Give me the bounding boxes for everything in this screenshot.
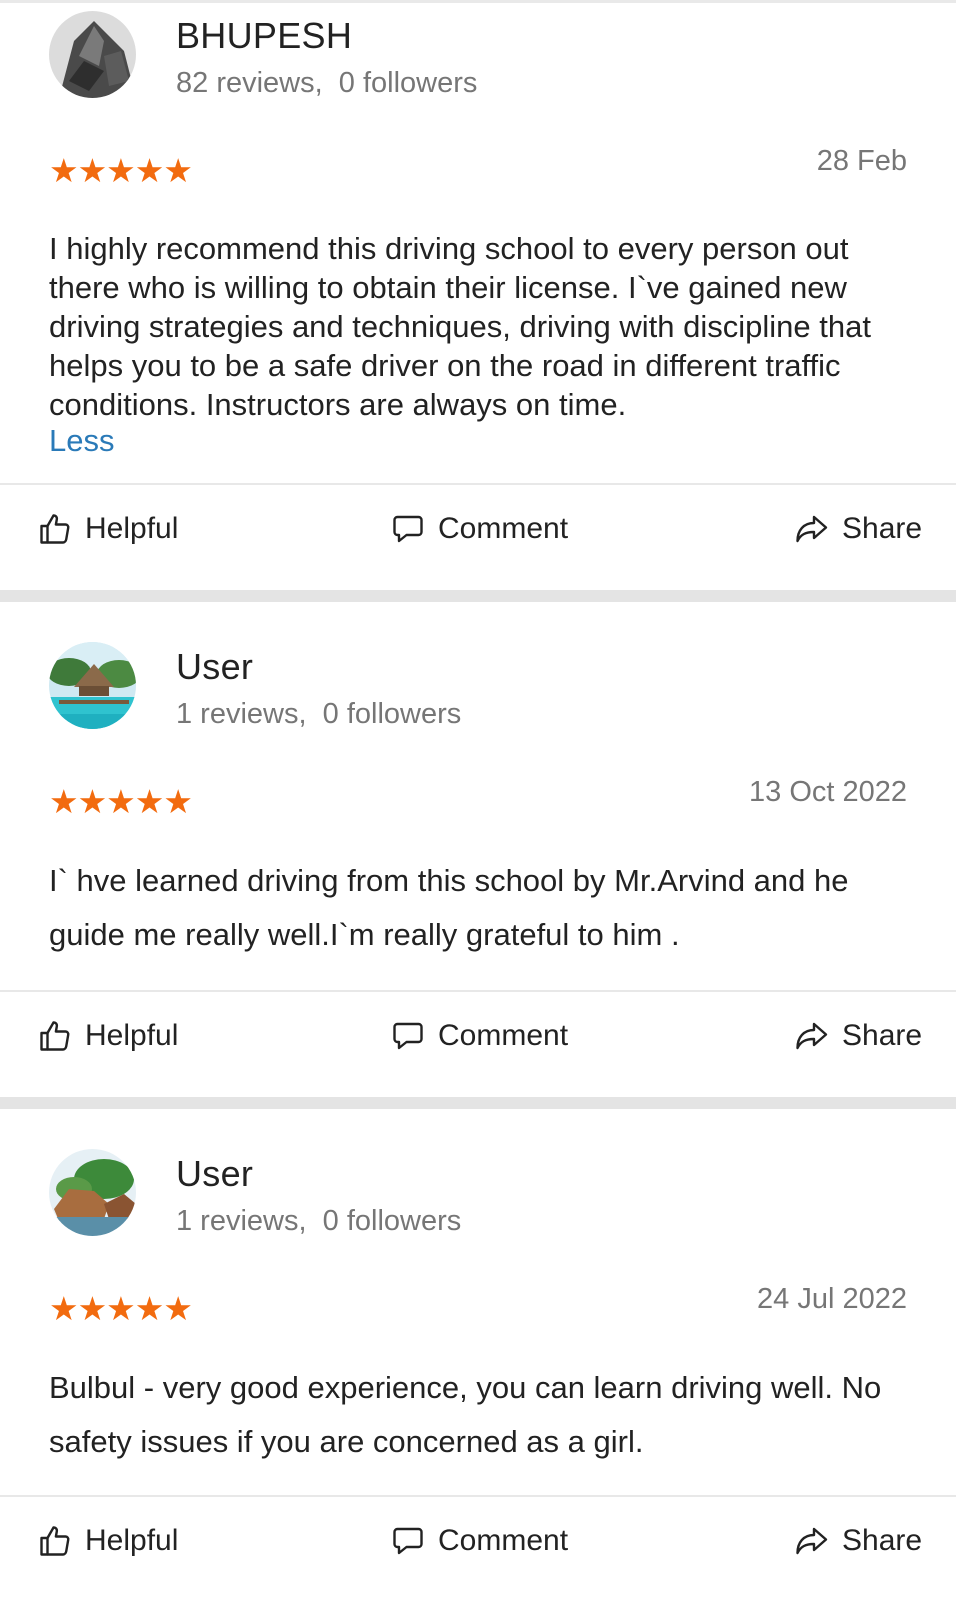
comment-label: Comment: [438, 1019, 569, 1052]
review-date: 24 Jul 2022: [757, 1283, 907, 1315]
share-label: Share: [842, 1019, 923, 1052]
section-gap: [0, 1097, 956, 1109]
star-rating: ★★★★★: [49, 783, 193, 820]
share-button[interactable]: Share: [792, 1016, 922, 1056]
star-rating: ★★★★★: [49, 1290, 193, 1327]
user-stats: 1 reviews, 0 followers: [176, 1205, 462, 1237]
review-date: 28 Feb: [816, 145, 907, 177]
review-text: I highly recommend this driving school t…: [49, 231, 871, 422]
share-button[interactable]: Share: [792, 1521, 922, 1561]
share-label: Share: [842, 512, 923, 545]
review-actions: Helpful Comment Share: [0, 485, 956, 590]
helpful-label: Helpful: [85, 1524, 179, 1557]
user-stats: 1 reviews, 0 followers: [176, 698, 462, 730]
share-icon: [796, 1022, 828, 1050]
avatar[interactable]: [49, 1149, 136, 1236]
comment-button[interactable]: Comment: [390, 1016, 568, 1056]
less-link[interactable]: Less: [49, 423, 114, 459]
review-text: I` hve learned driving from this school …: [49, 863, 849, 952]
helpful-button[interactable]: Helpful: [37, 1521, 178, 1561]
comment-icon: [393, 1022, 423, 1050]
comment-icon: [393, 515, 423, 543]
avatar[interactable]: [49, 642, 136, 729]
helpful-label: Helpful: [85, 512, 179, 545]
thumbs-up-icon: [40, 514, 70, 544]
thumbs-up-icon: [40, 1021, 70, 1051]
comment-label: Comment: [438, 1524, 569, 1557]
share-icon: [796, 1527, 828, 1555]
comment-button[interactable]: Comment: [390, 509, 568, 549]
review-date: 13 Oct 2022: [749, 776, 907, 808]
review-actions: Helpful Comment Share: [0, 1497, 956, 1600]
review-card: BHUPESH 82 reviews, 0 followers ★★★★★ 28…: [0, 3, 956, 483]
thumbs-up-icon: [40, 1526, 70, 1556]
user-stats: 82 reviews, 0 followers: [176, 67, 478, 99]
user-name[interactable]: User: [176, 1153, 253, 1195]
share-button[interactable]: Share: [792, 509, 922, 549]
comment-label: Comment: [438, 512, 569, 545]
share-label: Share: [842, 1524, 923, 1557]
avatar[interactable]: [49, 11, 136, 98]
review-card: User 1 reviews, 0 followers ★★★★★ 24 Jul…: [0, 1109, 956, 1495]
star-rating: ★★★★★: [49, 152, 193, 189]
user-name[interactable]: BHUPESH: [176, 15, 352, 57]
section-gap: [0, 590, 956, 602]
review-card: User 1 reviews, 0 followers ★★★★★ 13 Oct…: [0, 602, 956, 990]
comment-button[interactable]: Comment: [390, 1521, 568, 1561]
user-name[interactable]: User: [176, 646, 253, 688]
helpful-label: Helpful: [85, 1019, 179, 1052]
review-actions: Helpful Comment Share: [0, 992, 956, 1097]
comment-icon: [393, 1527, 423, 1555]
share-icon: [796, 515, 828, 543]
review-text: Bulbul - very good experience, you can l…: [49, 1370, 882, 1459]
helpful-button[interactable]: Helpful: [37, 1016, 178, 1056]
helpful-button[interactable]: Helpful: [37, 509, 178, 549]
